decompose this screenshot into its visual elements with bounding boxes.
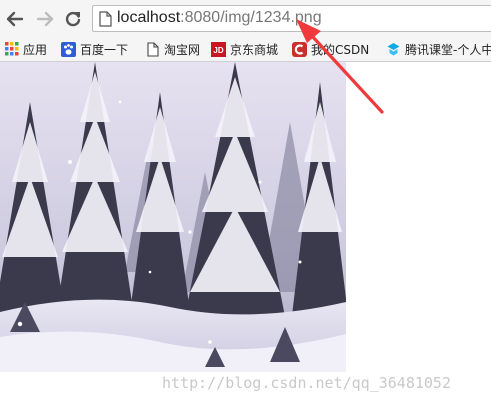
url-host: localhost [117, 9, 181, 26]
bookmark-csdn[interactable]: 我的CSDN [292, 39, 369, 59]
svg-text:JD: JD [213, 46, 223, 55]
bookmark-label: 我的CSDN [311, 42, 370, 57]
apps-grid-icon [4, 42, 19, 57]
back-button[interactable] [4, 8, 26, 30]
forward-arrow-icon [36, 11, 54, 27]
url-path: :8080/img/1234.png [180, 9, 322, 26]
bookmark-label: 腾讯课堂-个人中 [405, 42, 491, 57]
tencent-classroom-icon [386, 42, 401, 57]
page-icon [145, 41, 160, 57]
bookmark-label: 京东商城 [230, 42, 279, 57]
address-bar[interactable]: localhost:8080/img/1234.png [92, 5, 491, 32]
image-canvas [0, 62, 346, 372]
reload-icon [65, 11, 81, 27]
browser-toolbar: localhost:8080/img/1234.png [0, 0, 491, 37]
watermark-text: http://blog.csdn.net/qq_36481052 [162, 374, 451, 392]
bookmark-baidu[interactable]: 百度一下 [61, 39, 128, 59]
bookmark-label: 应用 [23, 42, 48, 57]
address-url: localhost:8080/img/1234.png [117, 9, 322, 27]
page-icon [99, 11, 112, 27]
bookmarks-bar: 应用 百度一下 淘宝网 JD 京东商城 我的CSDN 腾讯课堂-个人中 [0, 37, 491, 62]
baidu-paw-icon [61, 41, 76, 57]
bookmark-label: 百度一下 [80, 42, 129, 57]
reload-button[interactable] [62, 8, 84, 30]
bookmark-apps[interactable]: 应用 [4, 39, 47, 59]
snowy-forest-image [0, 62, 346, 372]
jd-logo-icon: JD [211, 41, 226, 57]
bookmark-label: 淘宝网 [164, 42, 201, 57]
bookmark-tencent-classroom[interactable]: 腾讯课堂-个人中 [386, 39, 491, 59]
forward-button[interactable] [34, 8, 56, 30]
bookmark-taobao[interactable]: 淘宝网 [145, 39, 200, 59]
bookmark-jd[interactable]: JD 京东商城 [211, 39, 278, 59]
csdn-logo-icon [292, 41, 307, 57]
back-arrow-icon [6, 11, 24, 27]
